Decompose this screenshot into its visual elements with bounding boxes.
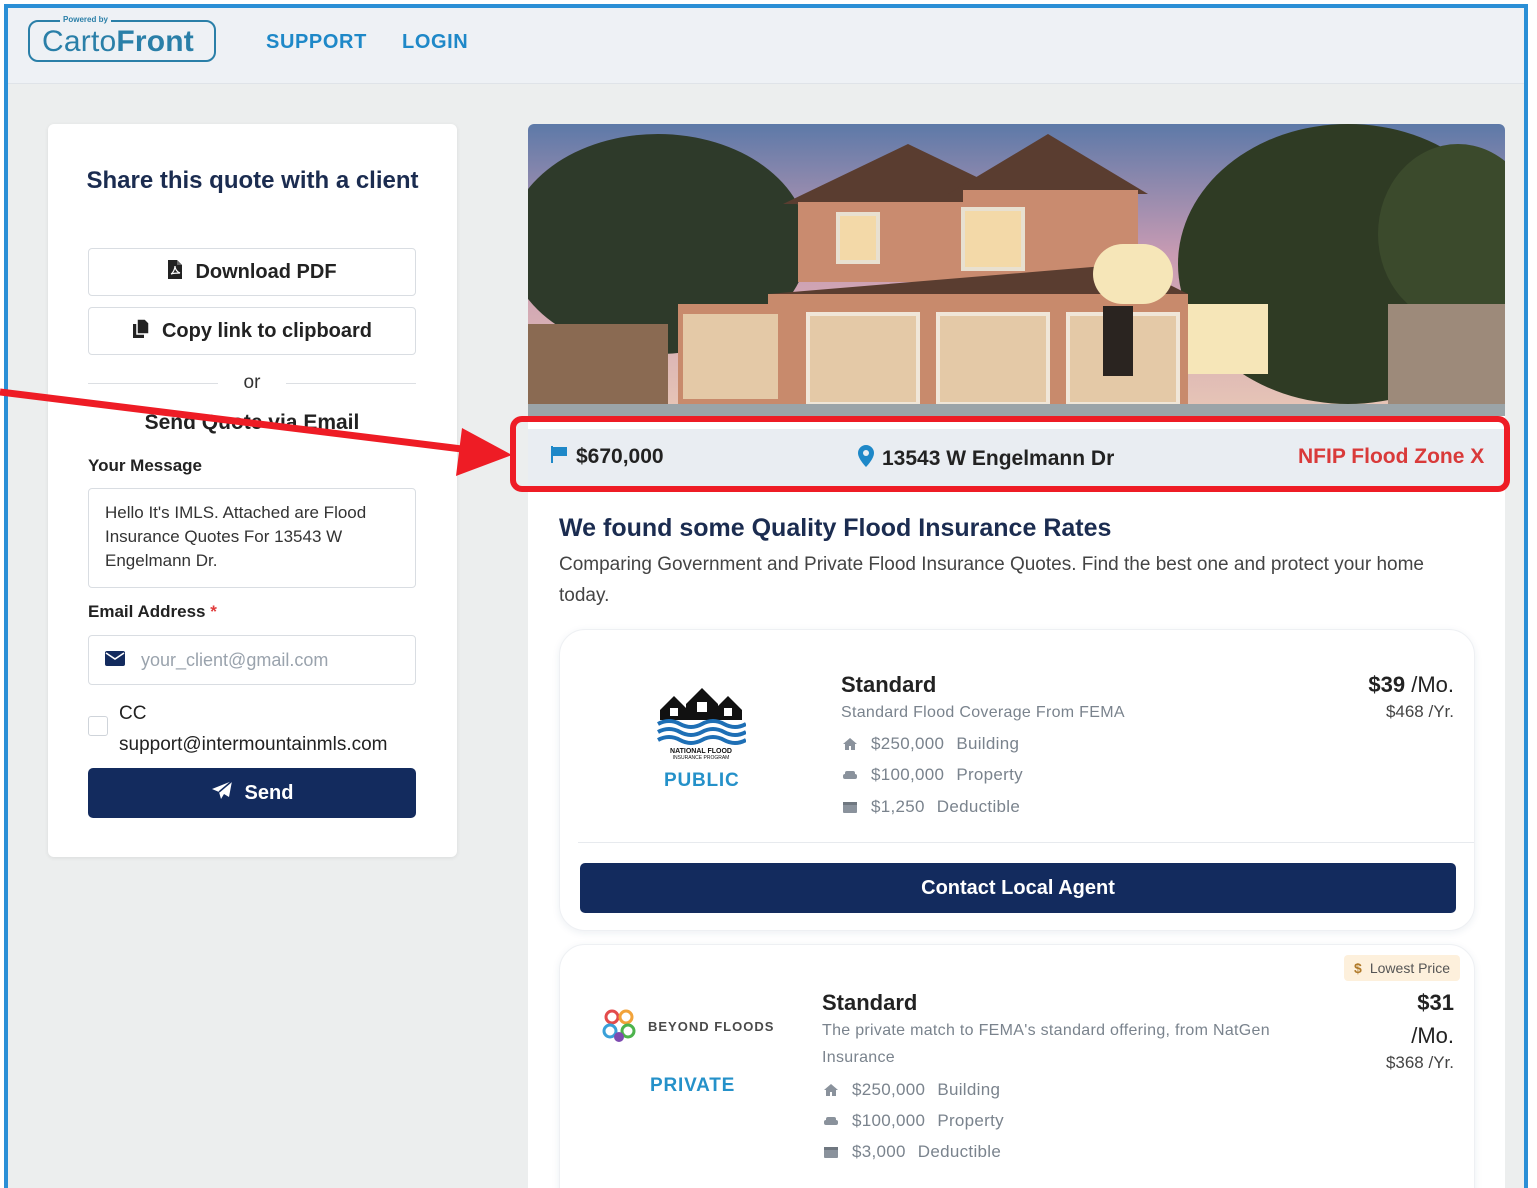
quote-card-public: NATIONAL FLOOD INSURANCE PROGRAM PUBLIC …	[559, 629, 1475, 931]
monthly-price-value: $31	[1417, 990, 1454, 1015]
monthly-price: $39 /Mo.	[1368, 672, 1454, 697]
cc-label: CC support@intermountainmls.com	[119, 698, 388, 760]
public-tag: PUBLIC	[664, 770, 740, 791]
contact-local-agent-button[interactable]: Contact Local Agent	[580, 863, 1456, 913]
coverage-deductible: $1,250 Deductible	[841, 797, 1020, 817]
envelope-icon	[105, 650, 125, 671]
coverage-building: $250,000 Building	[822, 1080, 1000, 1100]
app-frame: Powered by CartoFront SUPPORT LOGIN Shar…	[4, 4, 1528, 1188]
send-email-title: Send Quote via Email	[144, 411, 360, 434]
coverage-building: $250,000 Building	[841, 734, 1019, 754]
home-icon	[841, 737, 859, 751]
yearly-price: $468 /Yr.	[1385, 702, 1454, 721]
coverage-property: $100,000 Property	[841, 765, 1023, 785]
yearly-price: $368 /Yr.	[1385, 1053, 1454, 1072]
email-label: Email Address *	[88, 602, 217, 621]
lowest-price-badge: $ Lowest Price	[1344, 955, 1460, 981]
wallet-icon	[822, 1145, 840, 1159]
logo-powered-by: Powered by	[60, 15, 111, 24]
couch-icon	[841, 769, 859, 781]
copy-link-button[interactable]: Copy link to clipboard	[88, 307, 416, 355]
pdf-file-icon	[167, 259, 183, 285]
send-button[interactable]: Send	[88, 768, 416, 818]
property-photo	[528, 124, 1505, 416]
results-subtitle: Comparing Government and Private Flood I…	[559, 554, 1424, 606]
download-pdf-button[interactable]: Download PDF	[88, 248, 416, 296]
results-title: We found some Quality Flood Insurance Ra…	[559, 514, 1112, 542]
plan-description: The private match to FEMA's standard off…	[822, 1022, 1270, 1066]
nfip-logo-text: NATIONAL FLOOD	[670, 748, 732, 755]
message-textarea[interactable]: Hello It's IMLS. Attached are Flood Insu…	[88, 488, 416, 588]
share-panel-title: Share this quote with a client	[86, 167, 419, 194]
beyond-floods-logo-text: BEYOND FLOODS	[648, 1018, 775, 1034]
nav-login-link[interactable]: LOGIN	[402, 31, 468, 54]
copy-icon	[132, 317, 150, 344]
wallet-icon	[841, 800, 859, 814]
or-text: or	[243, 372, 261, 393]
cartofront-logo[interactable]: Powered by CartoFront	[28, 15, 216, 62]
beyond-floods-logo: BEYOND FLOODS	[600, 1007, 774, 1045]
cc-checkbox[interactable]	[88, 716, 108, 736]
logo-wordmark: CartoFront	[42, 25, 194, 58]
couch-icon	[822, 1115, 840, 1127]
cc-email-text: support@intermountainmls.com	[119, 734, 388, 755]
home-icon	[822, 1083, 840, 1097]
or-divider: or	[88, 372, 416, 396]
quote-card-private: $ Lowest Price BEYOND FLOODS PRIVATE Sta…	[559, 944, 1475, 1188]
coverage-property: $100,000 Property	[822, 1111, 1004, 1131]
paper-plane-icon	[211, 780, 233, 806]
plan-description: Standard Flood Coverage From FEMA	[841, 704, 1125, 721]
nav-support-link[interactable]: SUPPORT	[266, 31, 367, 54]
monthly-price-unit: /Mo.	[1411, 1023, 1454, 1048]
top-navbar: Powered by CartoFront SUPPORT LOGIN	[8, 8, 1524, 84]
plan-title: Standard	[822, 990, 918, 1015]
email-placeholder: your_client@gmail.com	[141, 649, 329, 670]
plan-title: Standard	[841, 672, 937, 697]
nfip-logo: NATIONAL FLOOD INSURANCE PROGRAM	[656, 680, 747, 761]
message-label: Your Message	[88, 456, 203, 475]
highlight-box	[510, 416, 1510, 492]
copy-link-label: Copy link to clipboard	[161, 319, 372, 342]
share-quote-panel: Share this quote with a client Download …	[48, 124, 457, 857]
required-marker: *	[210, 602, 217, 621]
svg-text:INSURANCE PROGRAM: INSURANCE PROGRAM	[673, 755, 730, 760]
private-tag: PRIVATE	[650, 1075, 736, 1096]
send-label: Send	[244, 781, 294, 804]
quote-results-panel: $670,000 13543 W Engelmann Dr NFIP Flood…	[528, 124, 1505, 1188]
dollar-arrow-icon: $	[1354, 960, 1362, 976]
email-input[interactable]: your_client@gmail.com	[88, 635, 416, 685]
coverage-deductible: $3,000 Deductible	[822, 1142, 1001, 1162]
download-pdf-label: Download PDF	[195, 260, 337, 283]
